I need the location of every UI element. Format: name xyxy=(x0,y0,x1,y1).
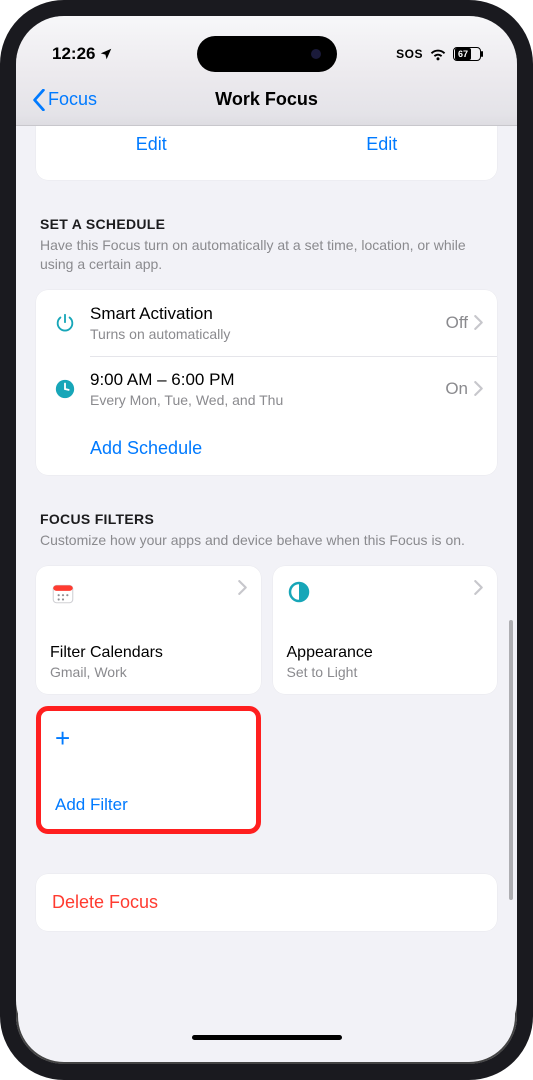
schedule-desc: Have this Focus turn on automatically at… xyxy=(40,232,493,274)
smart-activation-sub: Turns on automatically xyxy=(90,324,446,342)
edit-people-button[interactable]: Edit xyxy=(36,126,267,180)
calendar-icon xyxy=(50,580,76,606)
location-icon xyxy=(99,47,113,61)
time-schedule-row[interactable]: 9:00 AM – 6:00 PM Every Mon, Tue, Wed, a… xyxy=(36,356,497,422)
filter-calendars-card[interactable]: Filter Calendars Gmail, Work xyxy=(36,566,261,694)
time-schedule-sub: Every Mon, Tue, Wed, and Thu xyxy=(90,390,445,408)
filter-calendars-title: Filter Calendars xyxy=(50,644,247,662)
filter-appearance-title: Appearance xyxy=(287,644,484,662)
add-filter-button[interactable]: + Add Filter xyxy=(36,706,261,834)
appearance-icon xyxy=(287,580,311,604)
chevron-right-icon xyxy=(474,315,483,330)
clock-icon xyxy=(50,378,80,400)
filters-title: FOCUS FILTERS xyxy=(40,511,493,527)
time-schedule-title: 9:00 AM – 6:00 PM xyxy=(90,370,445,390)
add-filter-label: Add Filter xyxy=(55,795,242,815)
chevron-right-icon xyxy=(474,381,483,396)
edit-row: Edit Edit xyxy=(36,126,497,180)
nav-bar: Focus Work Focus xyxy=(16,74,517,126)
chevron-left-icon xyxy=(32,89,46,111)
power-icon xyxy=(50,312,80,334)
plus-icon: + xyxy=(55,725,242,751)
time-schedule-value: On xyxy=(445,379,468,399)
battery-icon: 67 xyxy=(453,47,481,61)
schedule-header: SET A SCHEDULE Have this Focus turn on a… xyxy=(16,180,517,278)
wifi-icon xyxy=(429,48,447,61)
smart-activation-title: Smart Activation xyxy=(90,304,446,324)
dynamic-island xyxy=(197,36,337,72)
sos-indicator: SOS xyxy=(396,47,423,61)
filters-header: FOCUS FILTERS Customize how your apps an… xyxy=(16,475,517,554)
smart-activation-value: Off xyxy=(446,313,468,333)
delete-focus-button[interactable]: Delete Focus xyxy=(36,874,497,931)
filters-desc: Customize how your apps and device behav… xyxy=(40,527,493,550)
back-label: Focus xyxy=(48,89,97,110)
smart-activation-row[interactable]: Smart Activation Turns on automatically … xyxy=(36,290,497,356)
back-button[interactable]: Focus xyxy=(32,89,97,111)
schedule-title: SET A SCHEDULE xyxy=(40,216,493,232)
home-indicator[interactable] xyxy=(192,1035,342,1040)
chevron-right-icon xyxy=(238,580,247,595)
filter-appearance-card[interactable]: Appearance Set to Light xyxy=(273,566,498,694)
page-title: Work Focus xyxy=(215,89,318,110)
chevron-right-icon xyxy=(474,580,483,595)
clock: 12:26 xyxy=(52,44,95,64)
add-schedule-button[interactable]: Add Schedule xyxy=(36,422,497,475)
edit-apps-button[interactable]: Edit xyxy=(267,126,498,180)
filter-calendars-sub: Gmail, Work xyxy=(50,662,247,680)
scroll-indicator[interactable] xyxy=(509,620,513,900)
schedule-card: Smart Activation Turns on automatically … xyxy=(36,290,497,475)
filter-appearance-sub: Set to Light xyxy=(287,662,484,680)
